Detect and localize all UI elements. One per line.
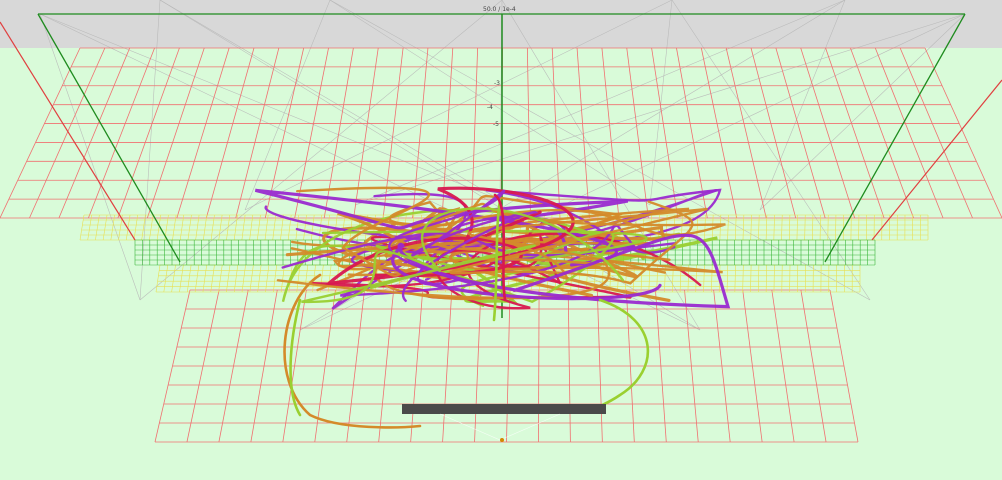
top-readout: 50.0 / 1e-4 (483, 6, 516, 13)
trajectory-scene[interactable] (0, 0, 1002, 480)
origin-marker-icon[interactable] (500, 438, 504, 442)
axis-tick-label: -4 (487, 104, 493, 111)
3d-viewport[interactable]: 50.0 / 1e-4 -3 -4 -5 (0, 0, 1002, 480)
scale-bar (402, 404, 606, 414)
axis-tick-label: -5 (493, 121, 499, 128)
axis-tick-label: -3 (494, 80, 500, 87)
